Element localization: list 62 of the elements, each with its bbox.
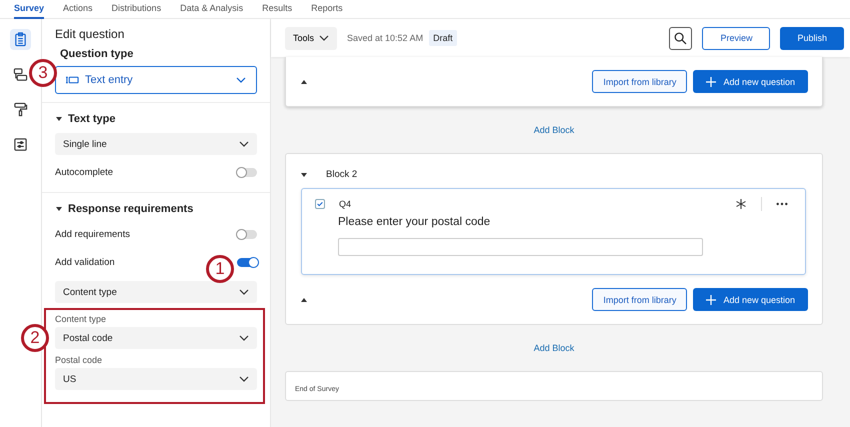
publish-button[interactable]: Publish [780,26,844,50]
chevron-down-icon [239,289,249,295]
nav-tab[interactable]: Actions [63,0,93,17]
toggle-label: Add validation [55,256,115,268]
nav-tab[interactable]: Distributions [112,0,162,17]
field-label: Content type [55,314,108,324]
preview-button[interactable]: Preview [702,26,770,50]
select-dropdown[interactable]: Postal code [55,327,257,349]
caret-up-icon[interactable] [300,296,308,304]
toggle-switch[interactable] [237,168,257,177]
save-status: Saved at 10:52 AM [347,33,424,43]
caret-up-icon[interactable] [300,78,308,86]
caret-down-icon[interactable] [55,115,63,123]
caret-down-icon[interactable] [55,205,63,213]
text-entry-icon [66,75,79,85]
more-icon[interactable] [776,202,788,206]
chevron-down-icon [236,77,246,83]
caret-down-icon[interactable] [300,170,308,178]
field-label: Postal code [55,355,104,365]
block-title: Block 2 [326,169,358,180]
callout-number: 2 [21,324,49,352]
toggle-switch[interactable] [237,258,257,266]
question-card[interactable]: Q4 Please enter your postal code [301,188,806,275]
nav-tab[interactable]: Reports [311,0,343,17]
search-button[interactable] [669,26,692,50]
add-question-button[interactable]: Add new question [693,288,808,311]
add-block-link[interactable]: Add Block [534,125,574,135]
chevron-down-icon [319,35,330,41]
search-icon [674,32,688,44]
chevron-down-icon [239,335,249,341]
question-text: Please enter your postal code [338,216,492,228]
section-heading: Response requirements [68,203,194,215]
toggle-label: Add requirements [55,228,130,240]
chevron-down-icon [239,376,249,382]
import-button[interactable]: Import from library [592,70,688,93]
section-heading: Question type [59,48,134,60]
nav-tab[interactable]: Results [262,0,292,17]
nav-tab[interactable]: Data & Analysis [180,0,244,17]
toggle-switch[interactable] [237,230,257,238]
nav-tab[interactable]: Survey [14,0,44,19]
tools-menu-button[interactable]: Tools [285,26,338,50]
chevron-down-icon [239,141,249,147]
select-dropdown[interactable]: Single line [55,133,257,155]
plus-icon [706,76,716,86]
callout-number: 1 [206,255,234,283]
add-question-button[interactable]: Add new question [693,70,808,93]
section-heading: Text type [68,113,116,125]
question-number: Q4 [339,199,352,209]
callout-number: 3 [29,59,57,87]
select-dropdown[interactable]: Content type [55,281,257,303]
plus-icon [706,294,716,304]
checkbox[interactable] [315,199,325,209]
answer-field[interactable] [338,238,703,256]
question-type-dropdown[interactable]: Text entry [55,66,257,94]
select-dropdown[interactable]: US [55,368,257,390]
toggle-label: Autocomplete [55,167,114,178]
clipboard-icon[interactable] [10,29,31,50]
import-button[interactable]: Import from library [592,288,688,311]
asterisk-icon[interactable] [735,198,747,210]
add-block-link[interactable]: Add Block [534,343,574,353]
status-badge: Draft [429,30,457,46]
panel-title: Edit question [55,27,126,41]
